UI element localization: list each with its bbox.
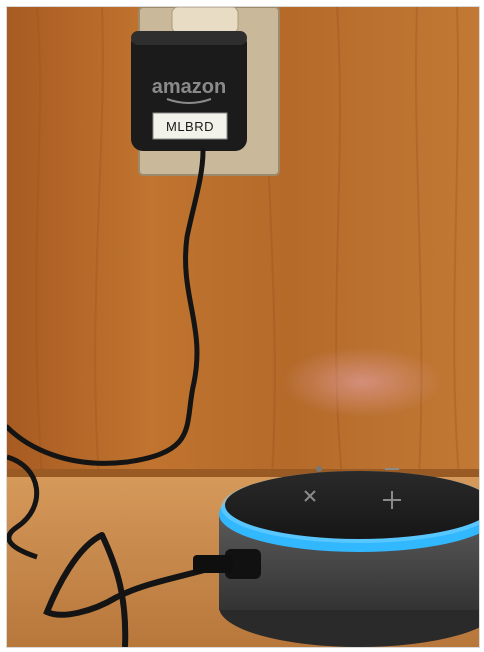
photo-scene: amazon MLBRD [7, 7, 479, 647]
outlet-receptacle [171, 7, 239, 34]
adapter-sticker-label: MLBRD [166, 119, 214, 134]
action-button-icon [316, 466, 322, 472]
power-plug [193, 555, 233, 573]
light-reflection [282, 347, 442, 417]
photo-frame: amazon MLBRD [6, 6, 480, 648]
adapter-logo: amazon [152, 76, 226, 98]
smart-speaker [193, 466, 479, 647]
power-adapter: amazon MLBRD [131, 31, 247, 151]
